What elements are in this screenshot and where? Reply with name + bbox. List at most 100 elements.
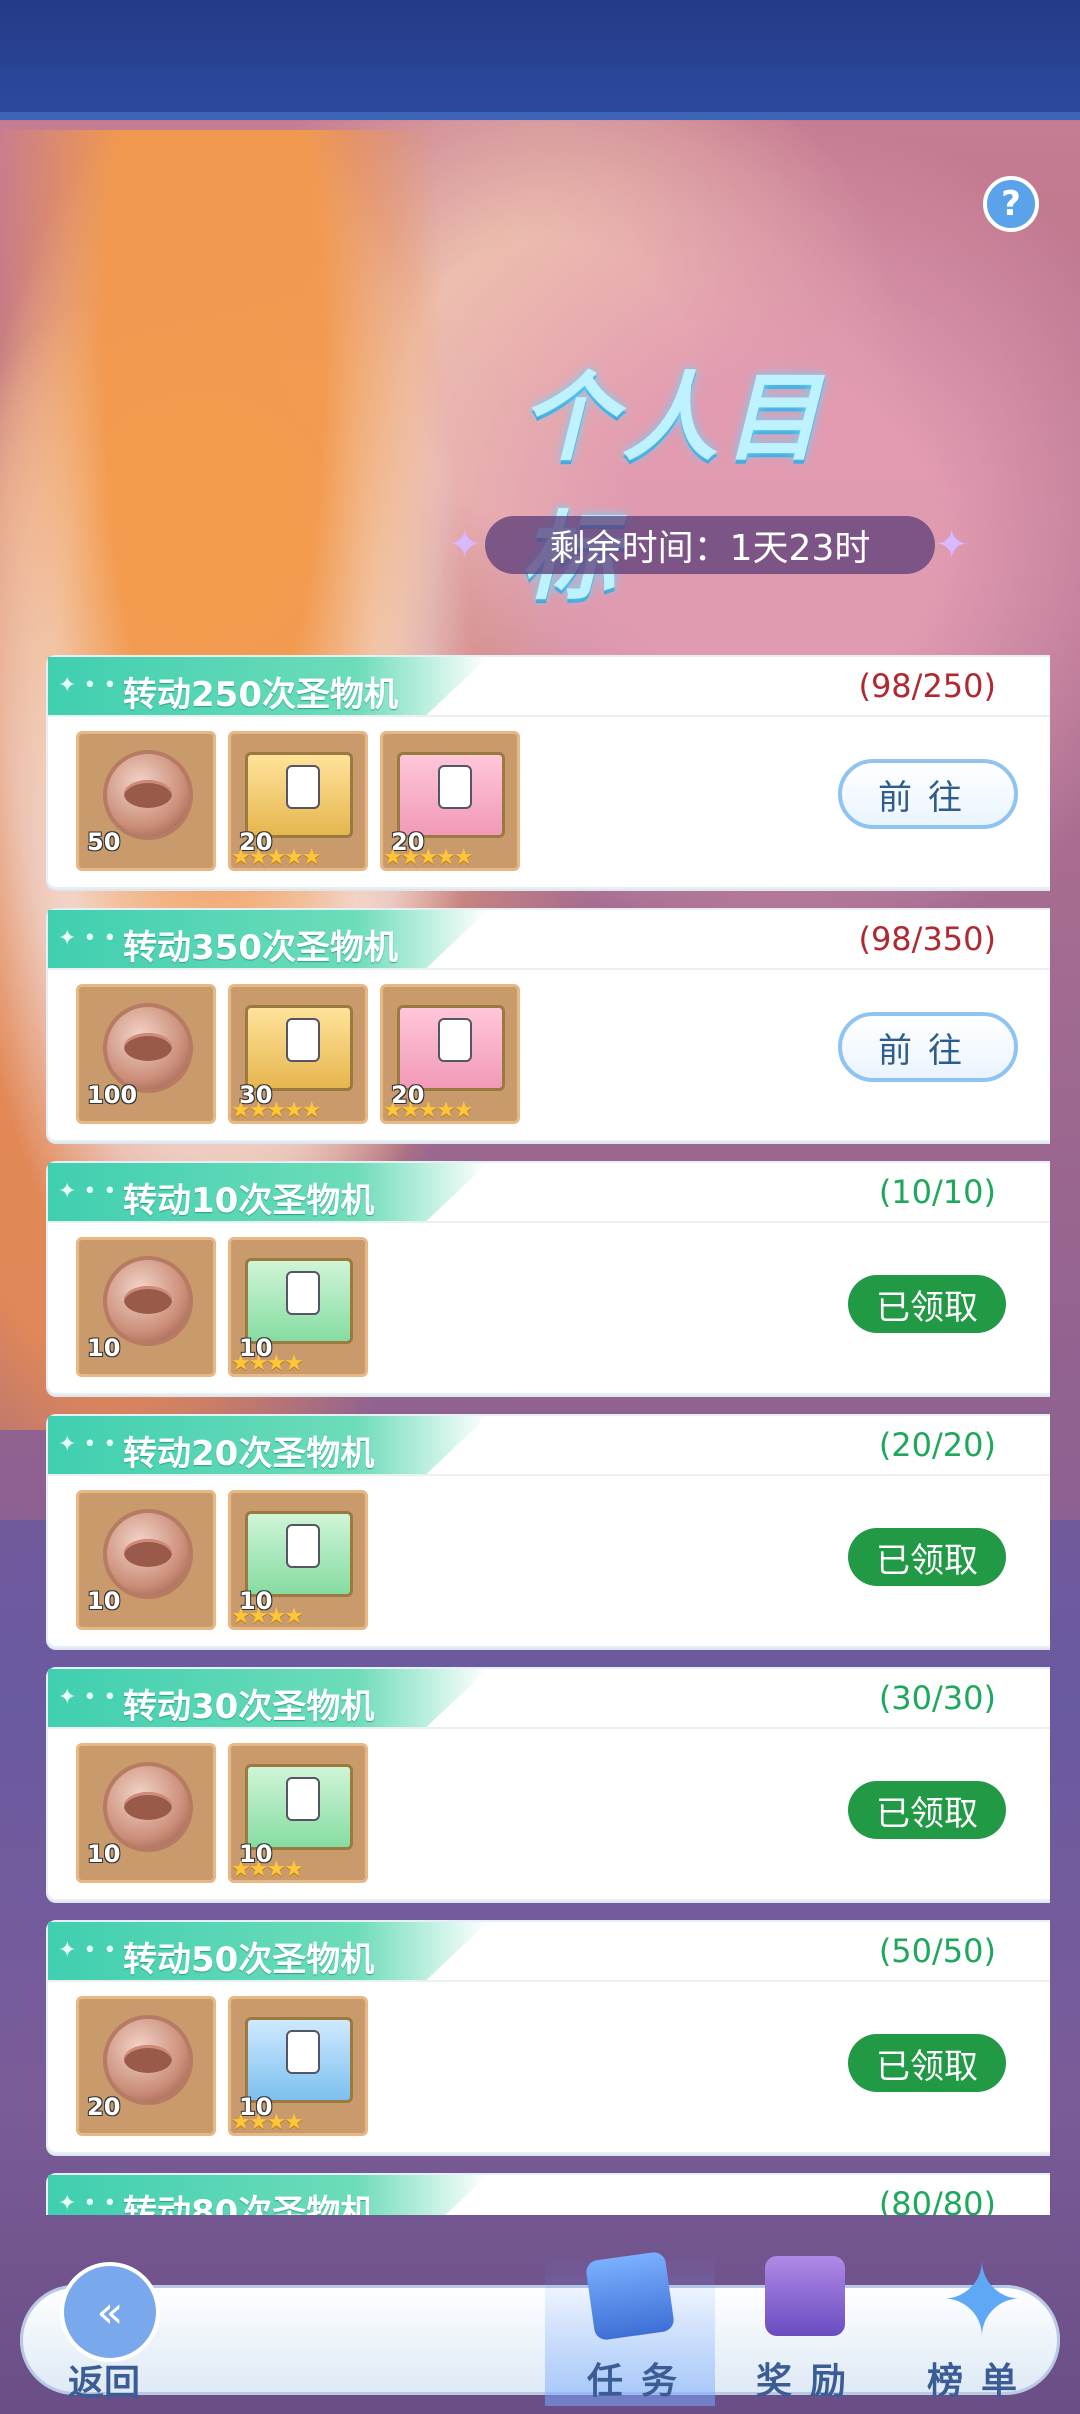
reward-list: 10 10 ★★★★ (76, 1237, 368, 1377)
task-card: ✦ • • 转动30次圣物机 (30/30) 10 10 ★★★★ 已领取 (46, 1667, 1050, 1901)
lips-coin-icon (103, 1003, 193, 1093)
reward-item[interactable]: 10 (76, 1237, 216, 1377)
tab-ranking[interactable]: 榜单 (895, 2242, 1065, 2406)
remaining-time-label: 剩余时间： (549, 528, 730, 569)
tab-ranking-label: 榜单 (927, 2361, 1036, 2402)
reward-item[interactable]: 30 ★★★★★ (228, 984, 368, 1124)
gift-box-icon (245, 1258, 353, 1344)
claimed-button[interactable]: 已领取 (848, 1275, 1006, 1333)
rarity-stars: ★★★★★ (231, 845, 322, 870)
ribbon-sparkle-icon: ✦ • • (58, 673, 117, 698)
ribbon-sparkle-icon: ✦ • • (58, 1685, 117, 1710)
rarity-stars: ★★★★ (231, 1351, 304, 1376)
reward-list: 20 10 ★★★★ (76, 1996, 368, 2136)
gift-box-icon (245, 2017, 353, 2103)
task-progress: (50/50) (878, 1932, 996, 1970)
task-card: ✦ • • 转动10次圣物机 (10/10) 10 10 ★★★★ 已领取 (46, 1161, 1050, 1395)
lips-coin-icon (103, 1256, 193, 1346)
gift-box-icon (397, 1005, 505, 1091)
back-label: 返回 (68, 2363, 141, 2404)
task-header: ✦ • • 转动10次圣物机 (10/10) (48, 1163, 1050, 1223)
task-list[interactable]: ✦ • • 转动250次圣物机 (98/250) 50 20 ★★★★★ 20 ★★★★★ 前往… (30, 655, 1050, 2215)
page-title: 个人目标 (520, 362, 826, 613)
reward-item[interactable]: 10 ★★★★ (228, 1490, 368, 1630)
go-button[interactable]: 前往 (838, 1012, 1018, 1082)
reward-item[interactable]: 20 ★★★★★ (380, 984, 520, 1124)
task-card: ✦ • • 转动20次圣物机 (20/20) 10 10 ★★★★ 已领取 (46, 1414, 1050, 1648)
reward-item[interactable]: 20 ★★★★★ (380, 731, 520, 871)
scroll-icon (584, 2250, 676, 2342)
claimed-button[interactable]: 已领取 (848, 2034, 1006, 2092)
reward-item[interactable]: 10 ★★★★ (228, 1996, 368, 2136)
lips-coin-icon (103, 1762, 193, 1852)
lips-coin-icon (103, 750, 193, 840)
task-card: ✦ • •转动80次圣物机(80/80)已领取 (46, 2173, 1050, 2215)
tab-tasks-label: 任务 (587, 2361, 696, 2402)
top-bar (0, 0, 1080, 120)
reward-item[interactable]: 10 ★★★★ (228, 1237, 368, 1377)
reward-item[interactable]: 10 (76, 1490, 216, 1630)
task-progress: (80/80) (878, 2185, 996, 2215)
ribbon-sparkle-icon: ✦ • • (58, 1432, 117, 1457)
reward-item[interactable]: 100 (76, 984, 216, 1124)
task-header: ✦ • • 转动80次圣物机 (80/80) (48, 2175, 1050, 2215)
task-header: ✦ • • 转动20次圣物机 (20/20) (48, 1416, 1050, 1476)
reward-item[interactable]: 20 ★★★★★ (228, 731, 368, 871)
task-title: 转动10次圣物机 (123, 1181, 375, 1221)
reward-amount: 10 (87, 1334, 121, 1362)
remaining-time-value: 1天23时 (729, 528, 871, 569)
task-progress: (30/30) (878, 1679, 996, 1717)
gift-box-icon (245, 1005, 353, 1091)
rarity-stars: ★★★★★ (383, 1098, 474, 1123)
gift-box-icon (245, 752, 353, 838)
claimed-button[interactable]: 已领取 (848, 1528, 1006, 1586)
ribbon-sparkle-icon: ✦ • • (58, 2191, 117, 2215)
reward-item[interactable]: 10 (76, 1743, 216, 1883)
task-title: 转动30次圣物机 (123, 1687, 375, 1727)
claimed-button[interactable]: 已领取 (848, 1781, 1006, 1839)
reward-list: 10 10 ★★★★ (76, 1490, 368, 1630)
tab-tasks[interactable]: 任务 (545, 2250, 715, 2406)
task-title: 转动80次圣物机 (123, 2193, 375, 2215)
task-title: 转动50次圣物机 (123, 1940, 375, 1980)
task-header: ✦ • • 转动350次圣物机 (98/350) (48, 910, 1050, 970)
reward-amount: 10 (87, 1840, 121, 1868)
task-progress: (10/10) (878, 1173, 996, 1211)
go-button[interactable]: 前往 (838, 759, 1018, 829)
gift-box-icon (245, 1511, 353, 1597)
sparkle-left-icon: ✦ (448, 522, 482, 568)
task-card: ✦ • • 转动250次圣物机 (98/250) 50 20 ★★★★★ 20 ★★★★★ 前往 (46, 655, 1050, 889)
sparkle-right-icon: ✦ (935, 522, 969, 568)
rarity-stars: ★★★★★ (383, 845, 474, 870)
star-icon (940, 2242, 1024, 2359)
task-title: 转动350次圣物机 (123, 928, 398, 968)
lips-coin-icon (103, 2015, 193, 2105)
gift-icon (765, 2256, 845, 2336)
back-button[interactable]: « 返回 (40, 2262, 200, 2412)
rarity-stars: ★★★★★ (231, 1098, 322, 1123)
reward-amount: 50 (87, 828, 121, 856)
ribbon-sparkle-icon: ✦ • • (58, 1938, 117, 1963)
rarity-stars: ★★★★ (231, 1604, 304, 1629)
reward-item[interactable]: 50 (76, 731, 216, 871)
task-header: ✦ • • 转动30次圣物机 (30/30) (48, 1669, 1050, 1729)
task-card: ✦ • • 转动350次圣物机 (98/350) 100 30 ★★★★★ 20 ★★★★★ 前… (46, 908, 1050, 1142)
tab-rewards-label: 奖励 (756, 2361, 865, 2402)
gift-box-icon (397, 752, 505, 838)
reward-list: 10 10 ★★★★ (76, 1743, 368, 1883)
task-card: ✦ • • 转动50次圣物机 (50/50) 20 10 ★★★★ 已领取 (46, 1920, 1050, 2154)
reward-item[interactable]: 20 (76, 1996, 216, 2136)
back-arrow-icon: « (60, 2262, 160, 2362)
question-icon[interactable]: ? (983, 176, 1039, 232)
lips-coin-icon (103, 1509, 193, 1599)
gift-box-icon (245, 1764, 353, 1850)
task-title: 转动250次圣物机 (123, 675, 398, 715)
reward-item[interactable]: 10 ★★★★ (228, 1743, 368, 1883)
reward-list: 50 20 ★★★★★ 20 ★★★★★ (76, 731, 520, 871)
task-progress: (20/20) (878, 1426, 996, 1464)
remaining-time: 剩余时间： 1天23时 (485, 516, 935, 574)
task-title: 转动20次圣物机 (123, 1434, 375, 1474)
tab-rewards[interactable]: 奖励 (720, 2256, 890, 2406)
task-header: ✦ • • 转动50次圣物机 (50/50) (48, 1922, 1050, 1982)
reward-amount: 100 (87, 1081, 138, 1109)
